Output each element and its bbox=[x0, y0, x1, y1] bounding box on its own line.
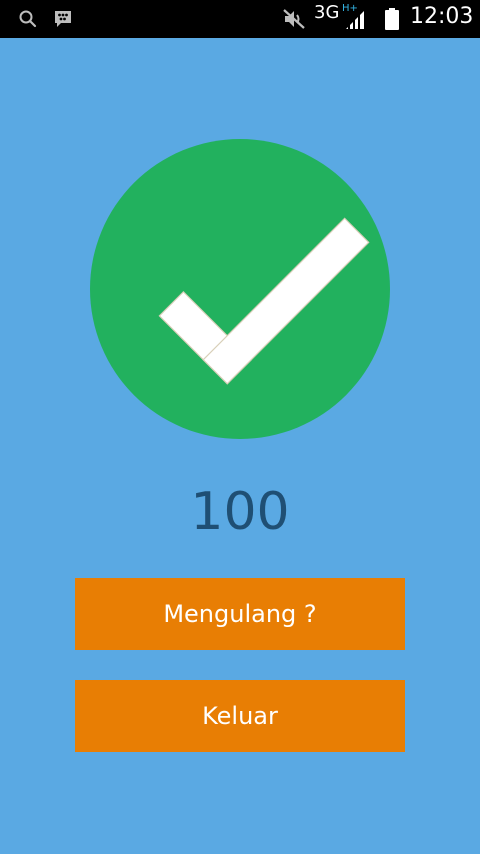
mute-icon bbox=[283, 9, 305, 29]
status-bar: 3G H+ 12:03 bbox=[0, 0, 480, 38]
check-circle-icon bbox=[90, 139, 390, 439]
retry-button[interactable]: Mengulang ? bbox=[75, 578, 405, 650]
score-value: 100 bbox=[190, 482, 290, 542]
retry-button-label: Mengulang ? bbox=[163, 600, 317, 628]
bbm-icon bbox=[55, 11, 71, 27]
signal-icon bbox=[346, 11, 364, 29]
status-time: 12:03 bbox=[410, 4, 474, 29]
exit-button-label: Keluar bbox=[202, 702, 278, 730]
exit-button[interactable]: Keluar bbox=[75, 680, 405, 752]
search-icon bbox=[19, 10, 37, 28]
battery-icon bbox=[385, 8, 399, 30]
network-type-label: 3G bbox=[314, 2, 340, 23]
